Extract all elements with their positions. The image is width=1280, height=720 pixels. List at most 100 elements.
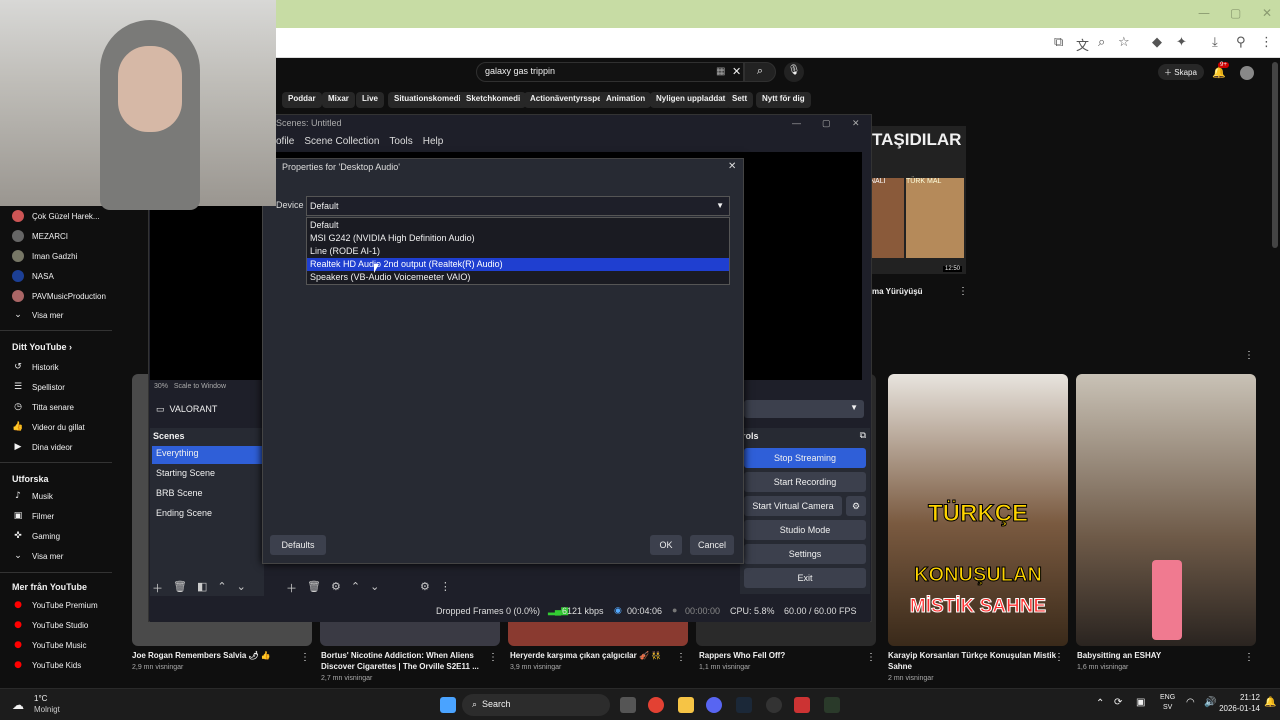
add-icon[interactable]: ＋ (152, 580, 163, 596)
move-down-icon[interactable]: ⌄ (370, 580, 379, 596)
close-icon[interactable]: ✕ (1262, 6, 1272, 20)
chip[interactable]: Sett (726, 92, 754, 108)
more-options-icon[interactable]: ⋮ (1244, 652, 1254, 663)
settings-button[interactable]: Settings (744, 544, 866, 564)
clock-date[interactable]: 2026-01-14 (1214, 704, 1260, 713)
clear-search-icon[interactable]: ✕ (732, 65, 741, 78)
add-icon[interactable]: ＋ (286, 580, 297, 596)
sidebar-sub-item[interactable]: MEZARCI (12, 230, 68, 242)
more-options-icon[interactable]: ⋮ (676, 652, 686, 663)
close-icon[interactable]: ✕ (728, 161, 736, 172)
virtual-camera-settings-button[interactable]: ⚙ (846, 496, 866, 516)
studio-mode-button[interactable]: Studio Mode (744, 520, 866, 540)
video-title[interactable]: Heryerde karşıma çıkan çalgıcılar 🎻 👯 (510, 650, 680, 661)
scene-item[interactable]: Everything (152, 446, 262, 464)
maximize-icon[interactable]: ▢ (822, 118, 831, 129)
move-down-icon[interactable]: ⌄ (237, 580, 246, 596)
translate-icon[interactable]: 文 (1076, 35, 1089, 54)
chip[interactable]: Sketchkomedi (460, 92, 527, 108)
move-up-icon[interactable]: ⌃ (217, 580, 226, 596)
menu-scene-collection[interactable]: Scene Collection (304, 136, 379, 147)
ok-button[interactable]: OK (650, 535, 682, 555)
trash-icon[interactable]: 🗑 (307, 580, 321, 596)
sidebar-show-more[interactable]: ⌄ Visa mer (12, 310, 63, 320)
weather-text[interactable]: Molnigt (34, 705, 60, 714)
chip[interactable]: Actionäventyrsspel (524, 92, 610, 108)
more-options-icon[interactable]: ⋮ (488, 652, 498, 663)
extension-pin-icon[interactable]: ◆ (1152, 35, 1162, 50)
advanced-audio-icon[interactable]: ⚙ (420, 580, 430, 593)
sidebar-item-movies[interactable]: ▣ Filmer (12, 511, 54, 521)
menu-tools[interactable]: Tools (389, 136, 412, 147)
video-title[interactable]: Babysitting an ESHAY (1077, 650, 1247, 661)
tray-icon[interactable]: ▣ (1136, 697, 1145, 708)
create-button[interactable]: ＋ Skapa (1158, 64, 1204, 80)
sidebar-item-kids[interactable]: ● YouTube Kids (12, 660, 81, 670)
chip[interactable]: Situationskomedi (388, 92, 467, 108)
video-thumbnail[interactable] (1076, 374, 1256, 646)
extensions-icon[interactable]: ✦ (1176, 35, 1187, 50)
featured-title[interactable]: ma Yürüyüşü (872, 287, 923, 296)
weather-temp[interactable]: 1°C (34, 694, 47, 703)
more-options-icon[interactable]: ⋮ (300, 652, 310, 663)
taskbar-search[interactable]: ⌕ Search (462, 694, 610, 716)
obs-icon[interactable] (766, 697, 782, 713)
dropdown-option[interactable]: Speakers (VB-Audio Voicemeeter VAIO) (307, 271, 729, 284)
chip[interactable]: Nytt för dig (756, 92, 811, 108)
sidebar-item-premium[interactable]: ● YouTube Premium (12, 600, 98, 610)
maximize-icon[interactable]: ▢ (1230, 6, 1241, 20)
bookmark-star-icon[interactable]: ☆ (1118, 35, 1130, 50)
voice-search-button[interactable]: 🎙 (784, 62, 804, 82)
chip[interactable]: Nyligen uppladdat (650, 92, 732, 108)
scene-item[interactable]: Starting Scene (152, 466, 262, 484)
sidebar-item-music-app[interactable]: ● YouTube Music (12, 640, 87, 650)
keyboard-layout[interactable]: SV (1163, 704, 1172, 711)
gear-icon[interactable]: ⚙ (331, 580, 341, 596)
sidebar-sub-item[interactable]: Iman Gadzhi (12, 250, 77, 262)
move-up-icon[interactable]: ⌃ (351, 580, 360, 596)
app-icon[interactable] (824, 697, 840, 713)
defaults-button[interactable]: Defaults (270, 535, 326, 555)
transition-select[interactable]: ▼ (744, 400, 864, 418)
start-virtual-camera-button[interactable]: Start Virtual Camera (744, 496, 842, 516)
cancel-button[interactable]: Cancel (690, 535, 734, 555)
discord-icon[interactable] (706, 697, 722, 713)
sidebar-item-studio[interactable]: ● YouTube Studio (12, 620, 88, 630)
minimize-icon[interactable]: — (1198, 6, 1210, 20)
scale-mode[interactable]: Scale to Window (174, 383, 226, 390)
download-icon[interactable]: ⤓ (1212, 35, 1218, 50)
sidebar-item-gaming[interactable]: ✜ Gaming (12, 531, 60, 541)
more-options-icon[interactable]: ⋮ (866, 652, 876, 663)
sidebar-sub-item[interactable]: NASA (12, 270, 54, 282)
sidebar-item-playlists[interactable]: ☰ Spellistor (12, 382, 65, 392)
dropdown-option[interactable]: Line (RODE AI-1) (307, 245, 729, 258)
steam-icon[interactable] (736, 697, 752, 713)
sidebar-sub-item[interactable]: PAVMusicProduction (12, 290, 106, 302)
chevron-up-icon[interactable]: ⌃ (1096, 698, 1104, 709)
menu-icon[interactable]: ⋮ (1260, 35, 1273, 50)
more-options-icon[interactable]: ⋮ (440, 580, 451, 593)
video-thumbnail[interactable]: TÜRKÇE KONUŞULAN MİSTİK SAHNE (888, 374, 1068, 646)
start-recording-button[interactable]: Start Recording (744, 472, 866, 492)
sidebar-sub-item[interactable]: Çok Güzel Harek... (12, 210, 100, 222)
sidebar-item-music[interactable]: ♪ Musik (12, 491, 53, 501)
video-title[interactable]: Joe Rogan Remembers Salvia 🌶 👍 (132, 650, 302, 661)
install-icon[interactable]: ⧉ (1054, 35, 1063, 50)
wifi-icon[interactable]: ◠ (1186, 697, 1195, 708)
menu-profile[interactable]: ofile (276, 136, 294, 147)
chip[interactable]: Mixar (322, 92, 355, 108)
zoom-icon[interactable]: ⌕ (1098, 35, 1105, 50)
sidebar-item-history[interactable]: ↺ Historik (12, 362, 58, 372)
sidebar-item-liked[interactable]: 👍 Videor du gillat (12, 422, 84, 432)
task-view-icon[interactable] (620, 697, 636, 713)
video-title[interactable]: Karayip Korsanları Türkçe Konuşulan Mist… (888, 650, 1058, 672)
chip[interactable]: Animation (600, 92, 652, 108)
more-options-icon[interactable]: ⋮ (958, 286, 968, 297)
video-title[interactable]: Rappers Who Fell Off? (699, 650, 869, 661)
more-options-icon[interactable]: ⋮ (1244, 350, 1254, 361)
source-name[interactable]: VALORANT (170, 404, 218, 414)
search-button[interactable]: ⌕ (744, 62, 776, 82)
clock-time[interactable]: 21:12 (1220, 693, 1260, 702)
sidebar-item-your-videos[interactable]: ▶ Dina videor (12, 442, 73, 452)
trash-icon[interactable]: 🗑 (173, 580, 187, 596)
